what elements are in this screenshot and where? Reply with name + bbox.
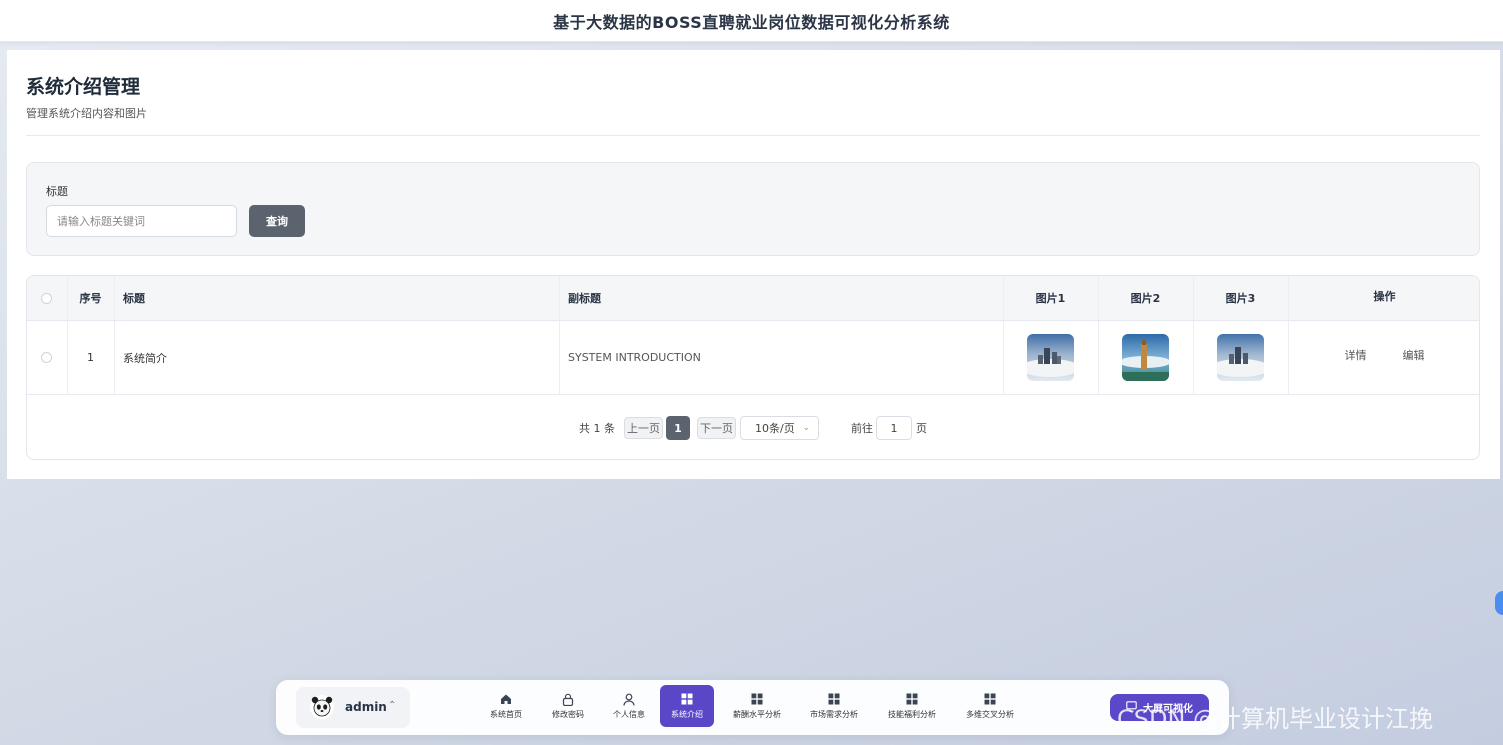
edit-link[interactable]: 编辑 <box>1403 347 1425 363</box>
row-actions-cell: 详情 编辑 <box>1288 321 1479 394</box>
row-title: 系统简介 <box>123 351 167 365</box>
row-index: 1 <box>87 351 94 364</box>
user-name: admin <box>345 700 387 714</box>
nav-item-label: 个人信息 <box>613 710 645 719</box>
nav-item-home[interactable]: 系统首页 <box>481 685 531 727</box>
nav-item-label: 技能福利分析 <box>888 710 936 719</box>
dock-nav: 系统首页 修改密码 个人信息 系统介绍 薪酬水平分析 市场需求分析 技能福利分析… <box>481 685 1036 730</box>
image1-thumbnail[interactable] <box>1027 334 1074 381</box>
nav-item-label: 系统首页 <box>490 710 522 719</box>
user-icon <box>623 692 635 706</box>
page-subtitle: 管理系统介绍内容和图片 <box>26 107 147 120</box>
nav-item-skills-analysis[interactable]: 技能福利分析 <box>881 685 943 727</box>
grid-icon <box>828 692 840 706</box>
column-header-subtitle: 副标题 <box>568 292 601 305</box>
row-checkbox[interactable] <box>41 352 52 363</box>
search-label: 标题 <box>46 185 68 198</box>
page-size-select[interactable]: 10条/页 ⌄ <box>740 416 819 440</box>
table-header: 序号 标题 副标题 图片1 图片2 图片3 操作 <box>27 276 1479 321</box>
select-all-checkbox-cell <box>41 276 53 320</box>
divider <box>26 135 1480 136</box>
column-header-image1: 图片1 <box>1035 292 1066 305</box>
floating-side-button[interactable] <box>1495 591 1503 615</box>
home-icon <box>500 692 512 706</box>
row-checkbox-cell <box>41 321 53 394</box>
search-panel: 标题 查询 <box>26 162 1480 256</box>
nav-item-label: 市场需求分析 <box>810 710 858 719</box>
nav-item-label: 系统介绍 <box>671 710 703 719</box>
grid-icon <box>984 692 996 706</box>
table-row: 1 系统简介 SYSTEM INTRODUCTION 详情 编辑 <box>27 321 1479 395</box>
pagination: 共 1 条 上一页 1 下一页 10条/页 ⌄ 前往 1 页 <box>27 416 1479 440</box>
column-header-title: 标题 <box>123 292 145 305</box>
lock-icon <box>562 692 574 706</box>
main-panel: 系统介绍管理 管理系统介绍内容和图片 标题 查询 序号 标题 副标题 图片1 图… <box>7 50 1500 479</box>
grid-icon <box>906 692 918 706</box>
column-header-actions: 操作 <box>1373 290 1396 303</box>
search-input[interactable] <box>46 205 237 237</box>
search-button[interactable]: 查询 <box>249 205 305 237</box>
grid-icon <box>751 692 763 706</box>
goto-page-input[interactable]: 1 <box>876 416 912 440</box>
pagination-total: 共 1 条 <box>579 422 615 435</box>
nav-item-market-analysis[interactable]: 市场需求分析 <box>803 685 865 727</box>
user-menu[interactable]: admin ⌃ <box>296 687 410 728</box>
row-image2-cell <box>1098 321 1193 394</box>
nav-item-salary-analysis[interactable]: 薪酬水平分析 <box>726 685 788 727</box>
nav-item-label: 多维交叉分析 <box>966 710 1014 719</box>
app-title: 基于大数据的BOSS直聘就业岗位数据可视化分析系统 <box>553 12 950 32</box>
prev-page-button[interactable]: 上一页 <box>624 417 663 439</box>
nav-item-label: 修改密码 <box>552 710 584 719</box>
nav-item-change-password[interactable]: 修改密码 <box>543 685 593 727</box>
image2-thumbnail[interactable] <box>1122 334 1169 381</box>
avatar <box>310 695 334 719</box>
nav-item-system-intro[interactable]: 系统介绍 <box>660 685 714 727</box>
nav-item-cross-analysis[interactable]: 多维交叉分析 <box>959 685 1021 727</box>
column-header-image2: 图片2 <box>1130 292 1161 305</box>
watermark: CSDN @计算机毕业设计江挽 <box>1117 705 1434 733</box>
row-subtitle: SYSTEM INTRODUCTION <box>568 351 701 364</box>
bottom-dock: admin ⌃ 系统首页 修改密码 个人信息 系统介绍 薪酬水平分析 市场需求分… <box>276 680 1229 735</box>
column-header-image3: 图片3 <box>1225 292 1256 305</box>
row-image3-cell <box>1193 321 1288 394</box>
grid-icon <box>681 692 693 706</box>
chevron-up-icon: ⌃ <box>388 700 397 711</box>
page-unit-label: 页 <box>916 422 927 435</box>
select-all-checkbox[interactable] <box>41 292 52 304</box>
detail-link[interactable]: 详情 <box>1345 347 1367 363</box>
top-bar: 基于大数据的BOSS直聘就业岗位数据可视化分析系统 <box>0 0 1503 42</box>
column-header-index: 序号 <box>79 292 102 305</box>
page-number-current[interactable]: 1 <box>666 416 690 440</box>
goto-label: 前往 <box>851 422 873 435</box>
next-page-button[interactable]: 下一页 <box>697 417 736 439</box>
chevron-down-icon: ⌄ <box>802 423 810 433</box>
nav-item-profile[interactable]: 个人信息 <box>604 685 654 727</box>
image3-thumbnail[interactable] <box>1217 334 1264 381</box>
row-image1-cell <box>1003 321 1098 394</box>
page-size-value: 10条/页 <box>755 422 795 435</box>
data-table: 序号 标题 副标题 图片1 图片2 图片3 操作 1 系统简介 SYSTEM I… <box>26 275 1480 460</box>
nav-item-label: 薪酬水平分析 <box>733 710 781 719</box>
page-title: 系统介绍管理 <box>26 76 141 98</box>
